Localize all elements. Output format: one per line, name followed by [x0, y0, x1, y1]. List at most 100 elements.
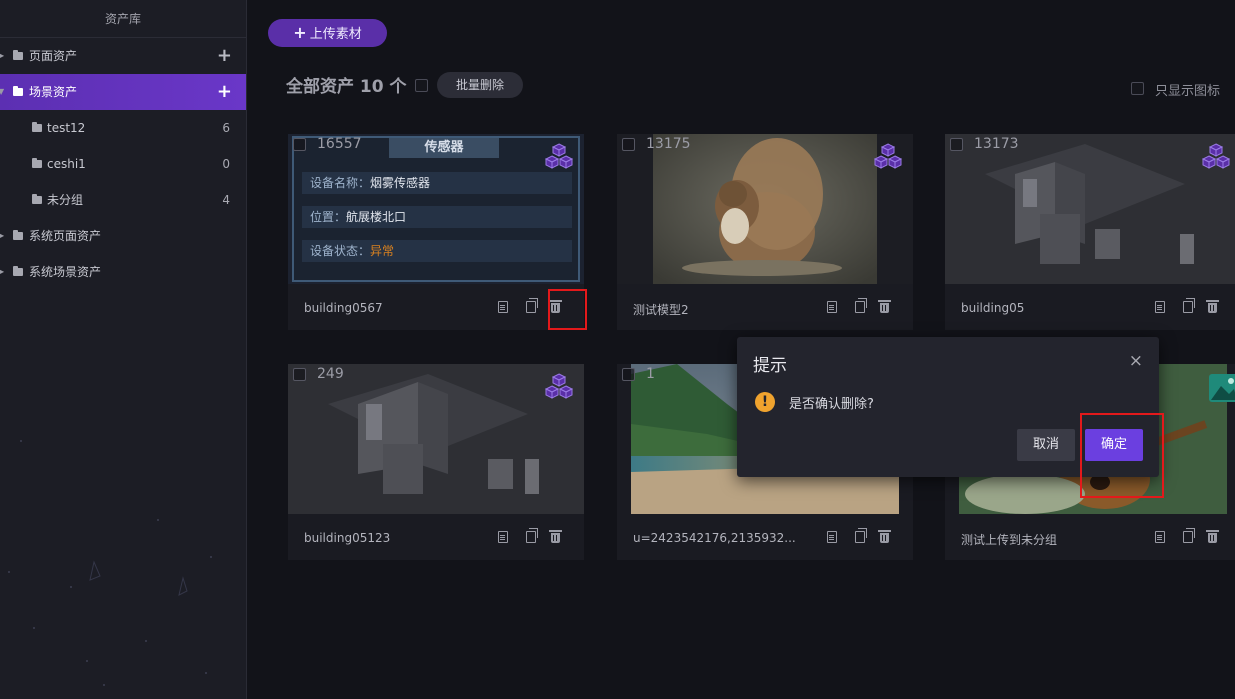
- asset-thumbnail[interactable]: [945, 134, 1235, 284]
- dialog-message: 是否确认删除?: [789, 397, 874, 412]
- sidebar-item-test12[interactable]: test12 6: [0, 110, 246, 146]
- details-icon[interactable]: [827, 301, 837, 313]
- card-checkbox[interactable]: [950, 138, 963, 151]
- folder-icon: [13, 86, 23, 96]
- delete-icon[interactable]: [549, 530, 562, 543]
- folder-icon: [13, 50, 23, 60]
- star-dot: [157, 519, 159, 521]
- details-icon[interactable]: [1155, 301, 1165, 313]
- copy-icon[interactable]: [1183, 528, 1195, 543]
- star-dot: [210, 556, 212, 558]
- highlight-box-delete: [548, 289, 587, 330]
- copy-icon[interactable]: [855, 528, 867, 543]
- delete-icon[interactable]: [1206, 300, 1219, 313]
- only-icons-checkbox[interactable]: [1131, 82, 1144, 95]
- details-icon[interactable]: [1155, 531, 1165, 543]
- delete-icon[interactable]: [878, 530, 891, 543]
- model-cube-icon: [1201, 143, 1231, 169]
- asset-thumbnail[interactable]: [288, 364, 584, 514]
- sidebar-item-count: 6: [222, 121, 230, 135]
- sidebar-item-system-page-assets[interactable]: ▶ 系统页面资产: [0, 218, 246, 254]
- copy-icon[interactable]: [526, 528, 538, 543]
- sensor-row-value: 烟雾传感器: [370, 176, 431, 190]
- details-icon[interactable]: [827, 531, 837, 543]
- asset-card[interactable]: 13175 测试模型2: [617, 134, 913, 330]
- star-dot: [103, 684, 105, 686]
- copy-icon[interactable]: [526, 298, 538, 313]
- building-render-image: [288, 364, 584, 514]
- warning-icon: !: [755, 392, 775, 412]
- sidebar-item-count: 0: [222, 157, 230, 171]
- folder-icon: [32, 194, 42, 204]
- card-actions: [827, 528, 897, 545]
- asset-id: 13173: [974, 136, 1019, 152]
- card-actions: [1155, 298, 1225, 315]
- delete-icon[interactable]: [1206, 530, 1219, 543]
- add-icon[interactable]: +: [217, 74, 232, 110]
- highlight-box-confirm: [1080, 413, 1164, 498]
- caret-down-icon[interactable]: ▼: [0, 74, 4, 110]
- upload-button-label: 上传素材: [309, 27, 362, 42]
- sidebar-item-scene-assets[interactable]: ▼ 场景资产 +: [0, 74, 246, 110]
- card-checkbox[interactable]: [293, 368, 306, 381]
- asset-thumbnail[interactable]: [617, 134, 913, 284]
- sensor-row-value: 航展楼北口: [346, 210, 407, 224]
- asset-thumbnail[interactable]: 传感器 设备名称：烟雾传感器 位置：航展楼北口 设备状态：异常: [288, 134, 584, 284]
- sidebar-title: 资产库: [0, 0, 246, 38]
- card-checkbox[interactable]: [293, 138, 306, 151]
- star-dot: [8, 571, 10, 573]
- sidebar-item-page-assets[interactable]: ▶ 页面资产 +: [0, 38, 246, 74]
- card-checkbox[interactable]: [622, 138, 635, 151]
- sensor-row-value: 异常: [370, 244, 395, 258]
- sidebar-item-ungrouped[interactable]: 未分组 4: [0, 182, 246, 218]
- squirrel-image: [653, 134, 877, 284]
- triangle-decoration-icon: [89, 560, 101, 581]
- sensor-row-label: 设备名称：: [310, 176, 371, 190]
- asset-card[interactable]: 传感器 设备名称：烟雾传感器 位置：航展楼北口 设备状态：异常 16557 bu…: [288, 134, 584, 330]
- sidebar-item-label: 系统页面资产: [29, 229, 102, 243]
- asset-id: 249: [317, 366, 344, 382]
- upload-button[interactable]: + 上传素材: [268, 19, 387, 47]
- sidebar-item-ceshi1[interactable]: ceshi1 0: [0, 146, 246, 182]
- asset-card[interactable]: 13173 building05: [945, 134, 1235, 330]
- star-dot: [20, 440, 22, 442]
- building-render-image: [945, 134, 1235, 284]
- model-cube-icon: [544, 143, 574, 169]
- details-icon[interactable]: [498, 301, 508, 313]
- select-all-checkbox[interactable]: [415, 79, 428, 92]
- caret-right-icon[interactable]: ▶: [0, 218, 4, 254]
- sidebar-item-system-scene-assets[interactable]: ▶ 系统场景资产: [0, 254, 246, 290]
- close-icon[interactable]: ×: [1129, 351, 1143, 371]
- asset-name: 测试上传到未分组: [961, 533, 1058, 547]
- delete-icon[interactable]: [878, 300, 891, 313]
- sidebar-item-label: 场景资产: [29, 85, 78, 99]
- folder-icon: [13, 230, 23, 240]
- caret-right-icon[interactable]: ▶: [0, 254, 4, 290]
- asset-name: 测试模型2: [633, 303, 689, 317]
- sensor-row-label: 位置：: [310, 210, 347, 224]
- image-type-icon: [1209, 374, 1235, 402]
- star-dot: [205, 672, 207, 674]
- copy-icon[interactable]: [1183, 298, 1195, 313]
- sidebar-item-label: ceshi1: [47, 157, 86, 171]
- triangle-decoration-icon: [178, 576, 188, 596]
- star-dot: [70, 586, 72, 588]
- asset-name: building05: [961, 301, 1025, 315]
- sidebar-item-label: 页面资产: [29, 49, 78, 63]
- asset-card[interactable]: 249 building05123: [288, 364, 584, 560]
- sidebar: 资产库 ▶ 页面资产 + ▼ 场景资产 + test12 6 ceshi1 0 …: [0, 0, 247, 699]
- asset-library-app: 资产库 ▶ 页面资产 + ▼ 场景资产 + test12 6 ceshi1 0 …: [0, 0, 1235, 699]
- card-actions: [1155, 528, 1225, 545]
- page-title: 全部资产 10 个: [286, 77, 407, 97]
- sensor-row-label: 设备状态：: [310, 244, 371, 258]
- add-icon[interactable]: +: [217, 38, 232, 74]
- star-dot: [86, 660, 88, 662]
- details-icon[interactable]: [498, 531, 508, 543]
- caret-right-icon[interactable]: ▶: [0, 38, 4, 74]
- model-cube-icon: [873, 143, 903, 169]
- batch-delete-button[interactable]: 批量删除: [437, 72, 523, 98]
- cancel-button[interactable]: 取消: [1017, 429, 1075, 461]
- card-actions: [827, 298, 897, 315]
- copy-icon[interactable]: [855, 298, 867, 313]
- card-checkbox[interactable]: [622, 368, 635, 381]
